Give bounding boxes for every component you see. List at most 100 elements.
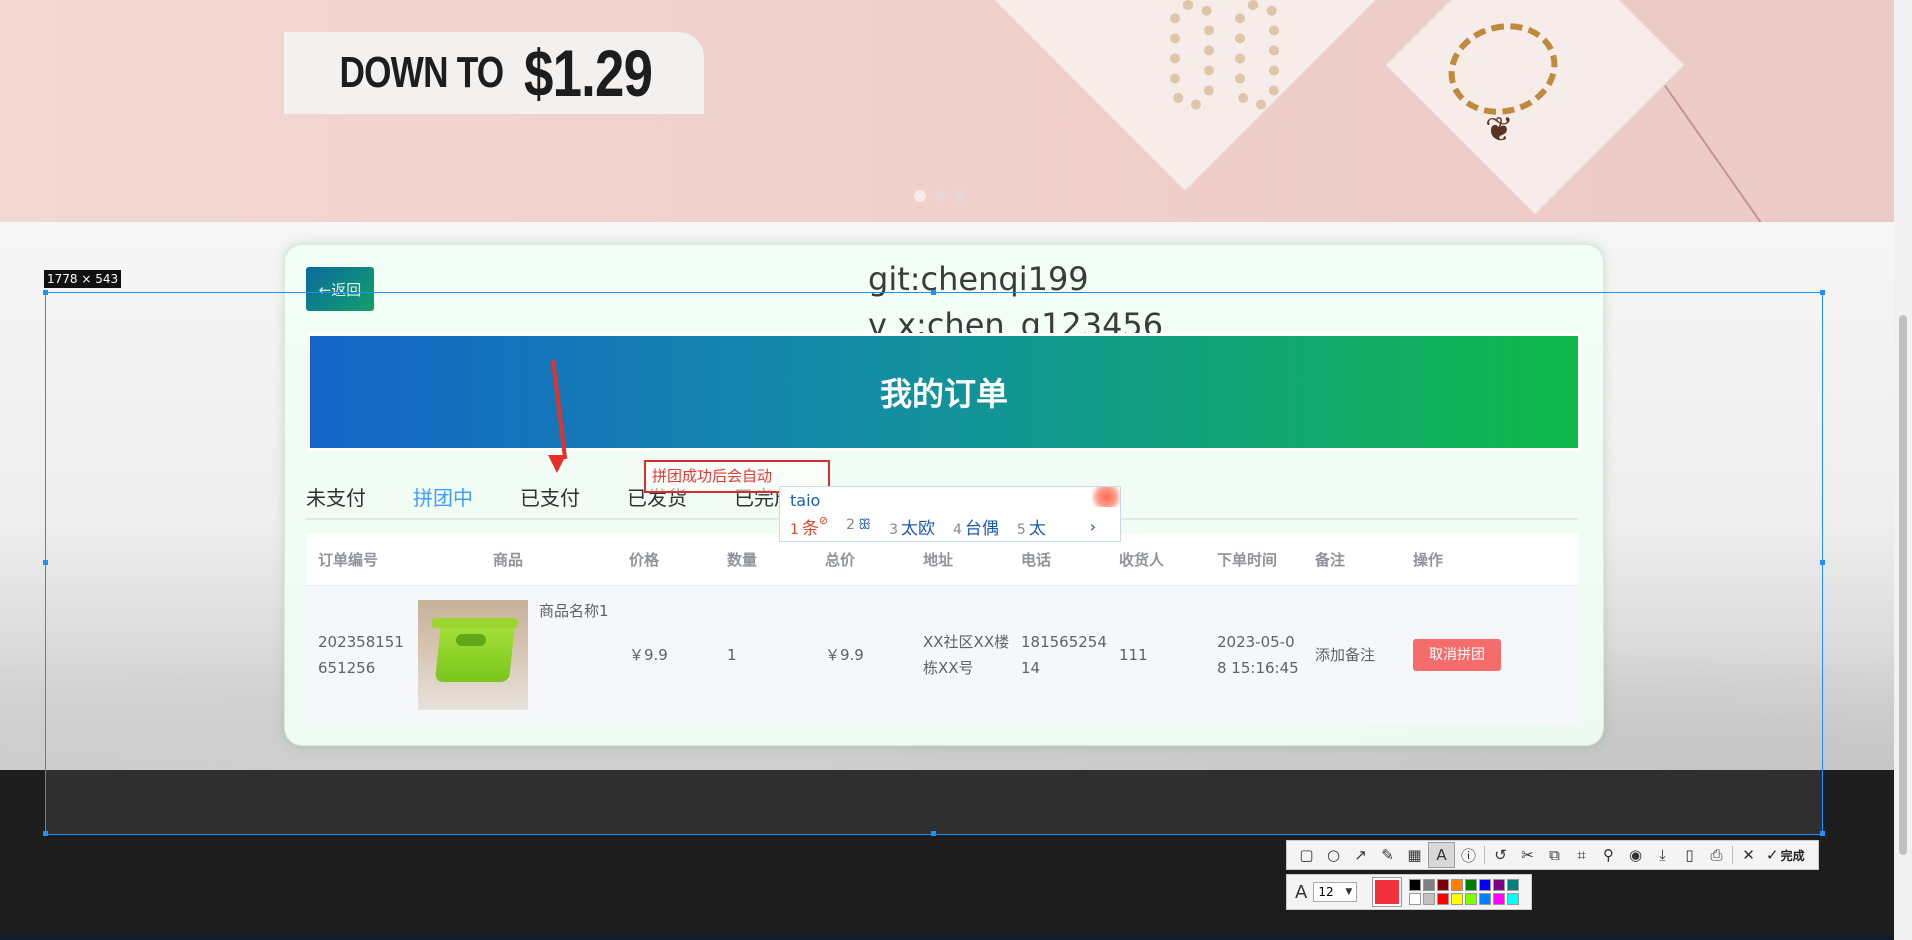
phone-icon[interactable]: ▯ [1676,842,1703,868]
cancel-group-buy-button[interactable]: 取消拼团 [1413,639,1501,671]
current-color-swatch[interactable] [1372,877,1403,907]
promo-price-tag: DOWN TO $1.29 [284,32,704,114]
font-size-icon: A [1295,881,1308,903]
action-cell: 取消拼团 [1402,639,1579,671]
ime-logo-icon [1086,487,1120,507]
ime-composition: taio [790,491,821,510]
carousel-indicators[interactable] [914,190,966,202]
rectangle-icon[interactable]: ▢ [1293,842,1320,868]
column-header: 总价 [825,551,856,569]
earring-image [1235,0,1279,110]
butterfly-charm-image: ❦ [1485,110,1514,150]
tab-group-buying[interactable]: 拼团中 [413,478,473,520]
text-style-bar: A 12 ▼ [1286,874,1532,910]
selection-size-label: 1778 × 543 [44,270,122,288]
order-time: 2023-05-08 15:16:45 [1217,633,1299,677]
back-button[interactable]: ←返回 [306,267,374,311]
ime-candidate[interactable]: 5太 [1017,514,1046,539]
resize-handle[interactable] [43,560,48,565]
ime-candidates: 1 条⊘ 2ꕥ 3 太欧 4 台偶 5太 [790,514,1064,539]
translate-icon[interactable]: ⧉ [1541,842,1568,868]
color-palette [1409,879,1520,905]
resize-handle[interactable] [931,831,936,836]
color-swatch[interactable] [1479,893,1492,905]
record-icon[interactable]: ◉ [1622,842,1649,868]
color-swatch[interactable] [1493,879,1506,891]
color-swatch[interactable] [1451,879,1464,891]
resize-handle[interactable] [43,831,48,836]
phone: 18156525414 [1021,633,1107,677]
tab-unpaid[interactable]: 未支付 [306,478,366,518]
order-id: 202358151651256 [318,633,404,677]
ime-candidate[interactable]: 2ꕥ [846,514,871,539]
scrollbar-thumb[interactable] [1899,315,1907,855]
carousel-dot[interactable] [914,190,926,202]
product-image[interactable] [418,600,528,710]
download-icon[interactable]: ⤓ [1649,842,1676,868]
color-swatch[interactable] [1437,893,1450,905]
color-swatch[interactable] [1423,893,1436,905]
resize-handle[interactable] [1820,560,1825,565]
carousel-dot[interactable] [934,190,946,202]
color-swatch[interactable] [1409,879,1422,891]
page-scrollbar[interactable] [1894,0,1912,940]
tab-paid[interactable]: 已支付 [520,478,580,518]
product-name: 商品名称1 [539,602,609,620]
color-swatch[interactable] [1493,893,1506,905]
quantity: 1 [727,646,737,664]
carousel-dot[interactable] [954,190,966,202]
annotation-arrow-head [548,455,566,473]
pen-icon[interactable]: ✎ [1374,842,1401,868]
color-swatch[interactable] [1437,879,1450,891]
add-remark-link[interactable]: 添加备注 [1304,642,1402,668]
watermark: git:chenqi199 v x:chen_q123456 [868,256,1163,348]
ime-candidate[interactable]: 4 台偶 [953,514,999,539]
color-swatch[interactable] [1451,893,1464,905]
pin-icon[interactable]: ⚲ [1595,842,1622,868]
color-swatch[interactable] [1465,879,1478,891]
screenshot-toolbar: ▢ ○ ↗ ✎ ▦ A ⓘ ↺ ✂ ⧉ ⌗ ⚲ ◉ ⤓ ▯ ⎙ ✕ ✓ 完成 [1286,840,1819,870]
undo-icon[interactable]: ↺ [1487,842,1514,868]
font-size-value: 12 [1318,885,1334,899]
cut-icon[interactable]: ✂ [1514,842,1541,868]
color-swatch[interactable] [1507,893,1520,905]
done-button[interactable]: ✓ 完成 [1766,846,1805,864]
ocr-icon[interactable]: ⌗ [1568,842,1595,868]
resize-handle[interactable] [1820,831,1825,836]
color-swatch[interactable] [1479,879,1492,891]
ime-candidate-window: taio 1 条⊘ 2ꕥ 3 太欧 4 台偶 5太 › [779,486,1121,542]
toolbar-divider [1732,846,1733,864]
column-header: 地址 [923,551,954,569]
close-icon[interactable]: ✕ [1735,842,1762,868]
ime-candidate[interactable]: 3 太欧 [889,514,935,539]
promo-price: $1.29 [524,36,653,110]
chevron-down-icon: ▼ [1345,887,1353,897]
table-row[interactable]: 202358151651256 商品名称1 ￥9.9 1 ￥9.9 XX社区XX… [307,586,1579,724]
resize-handle[interactable] [931,290,936,295]
mosaic-icon[interactable]: ▦ [1401,842,1428,868]
ime-next-page-icon[interactable]: › [1090,517,1096,536]
page-title: 我的订单 [879,375,1008,413]
page-header: 我的订单 [310,336,1578,448]
column-header: 收货人 [1119,551,1165,569]
color-swatch[interactable] [1409,893,1422,905]
color-swatch[interactable] [1423,879,1436,891]
ime-candidate[interactable]: 1 条⊘ [790,514,828,539]
address: XX社区XX楼栋XX号 [923,633,1010,677]
column-header: 操作 [1413,551,1444,569]
column-header: 数量 [727,551,758,569]
color-swatch[interactable] [1465,893,1478,905]
save-icon[interactable]: ⎙ [1703,842,1730,868]
arrow-icon[interactable]: ↗ [1347,842,1374,868]
text-icon[interactable]: A [1428,842,1455,868]
ellipse-icon[interactable]: ○ [1320,842,1347,868]
resize-handle[interactable] [43,290,48,295]
font-size-select[interactable]: 12 ▼ [1313,882,1358,902]
toolbar-divider [1484,846,1485,864]
promo-banner[interactable]: DOWN TO $1.29 ❦ [0,0,1912,222]
serial-number-icon[interactable]: ⓘ [1455,842,1482,868]
resize-handle[interactable] [1820,290,1825,295]
color-swatch[interactable] [1507,879,1520,891]
column-header: 价格 [629,551,660,569]
check-icon: ✓ [1766,846,1779,864]
